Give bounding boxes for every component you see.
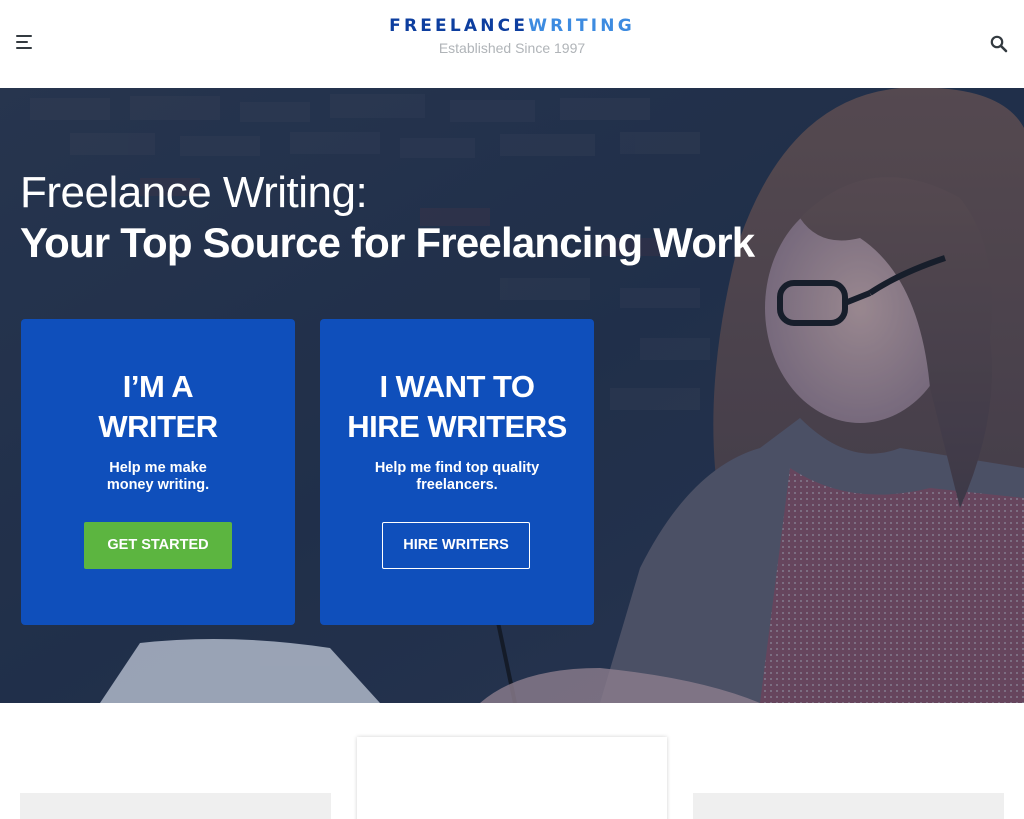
logo-tagline: Established Since 1997 xyxy=(438,40,586,56)
logo-part-writing: WRITING xyxy=(528,16,635,36)
hire-card-subtitle-line1: Help me find top quality xyxy=(374,460,540,476)
logo-wordmark[interactable]: FREELANCEWRITING xyxy=(0,16,1024,36)
hire-card-subtitle-line2: freelancers. xyxy=(416,477,498,493)
search-icon[interactable] xyxy=(990,35,1008,53)
site-logo[interactable]: FREELANCEWRITING Established Since 1997 xyxy=(0,16,1024,56)
writer-card-title: I’M A WRITER xyxy=(21,367,295,447)
hire-card: I WANT TO HIRE WRITERS Help me find top … xyxy=(320,319,594,625)
hire-card-title-line2: HIRE WRITERS xyxy=(347,409,567,444)
writer-card: I’M A WRITER Help me make money writing.… xyxy=(21,319,295,625)
writer-card-subtitle-line2: money writing. xyxy=(106,477,210,493)
get-started-button[interactable]: GET STARTED xyxy=(84,522,232,569)
hero-title-bold: Your Top Source for Freelancing Work xyxy=(20,219,755,266)
hire-card-title-line1: I WANT TO xyxy=(379,369,535,404)
content-block-left xyxy=(20,793,331,819)
site-header: FREELANCEWRITING Established Since 1997 xyxy=(0,0,1024,88)
hero-section: Freelance Writing: Your Top Source for F… xyxy=(0,88,1024,703)
hire-card-subtitle: Help me find top quality freelancers. xyxy=(320,460,594,494)
hero-title-light: Freelance Writing: xyxy=(20,168,368,217)
writer-card-subtitle: Help me make money writing. xyxy=(21,460,295,494)
logo-part-freelance: FREELANCE xyxy=(389,16,529,36)
content-block-right xyxy=(693,793,1004,819)
hire-card-title: I WANT TO HIRE WRITERS xyxy=(320,367,594,447)
writer-card-subtitle-line1: Help me make xyxy=(109,460,207,476)
content-section xyxy=(0,703,1024,819)
writer-card-title-line2: WRITER xyxy=(98,409,218,444)
hire-writers-button[interactable]: HIRE WRITERS xyxy=(382,522,530,569)
content-card-center xyxy=(357,737,667,819)
writer-card-title-line1: I’M A xyxy=(122,369,194,404)
